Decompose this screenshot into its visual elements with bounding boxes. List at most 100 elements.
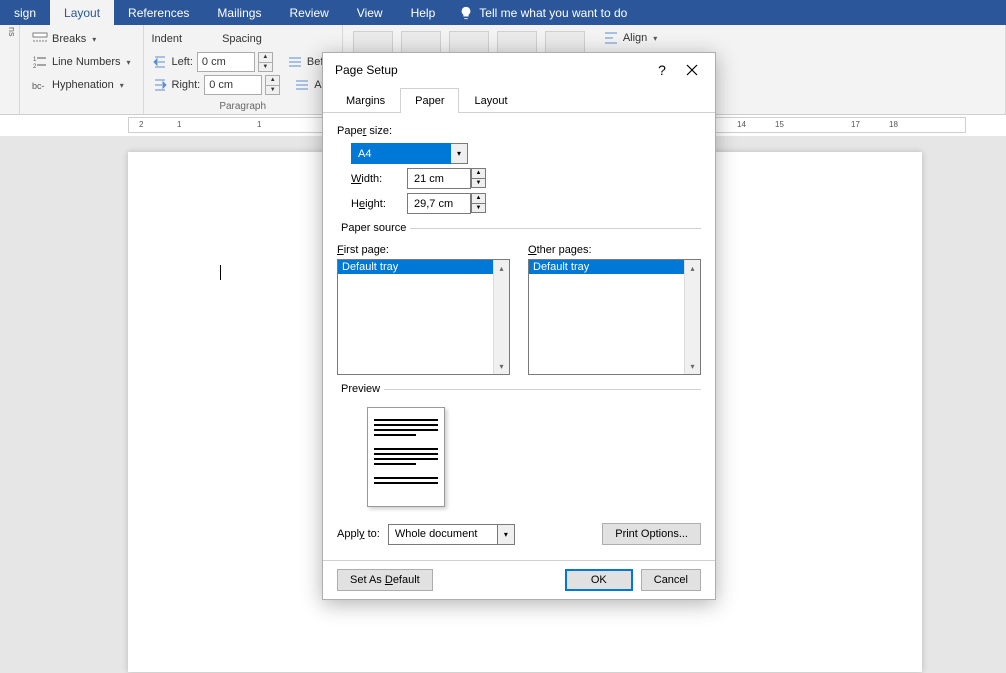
apply-to-dropdown-button[interactable]: ▾: [498, 524, 515, 545]
breaks-label: Breaks: [52, 33, 86, 45]
scroll-up-icon[interactable]: ▴: [494, 260, 509, 276]
ribbon-group-margins-collapsed[interactable]: ns: [0, 25, 20, 114]
spacing-before-icon: [287, 54, 303, 70]
hyphenation-icon: bc-: [32, 77, 48, 93]
ruler-mark: 14: [737, 120, 746, 129]
other-pages-item[interactable]: Default tray: [529, 260, 700, 274]
line-numbers-label: Line Numbers: [52, 56, 120, 68]
paper-size-dropdown-button[interactable]: ▾: [451, 143, 468, 164]
svg-text:2: 2: [33, 64, 37, 70]
dialog-close-button[interactable]: [677, 56, 707, 84]
align-button[interactable]: Align ▾: [599, 29, 661, 47]
page-setup-caption: [28, 99, 135, 112]
cancel-button[interactable]: Cancel: [641, 569, 701, 591]
width-input[interactable]: 21 cm ▲▼: [407, 168, 486, 189]
spacing-header: Spacing: [222, 33, 262, 45]
text-cursor: [220, 265, 221, 280]
tab-review[interactable]: Review: [275, 0, 342, 25]
indent-right-spinner[interactable]: ▲▼: [265, 75, 280, 95]
tell-me-search[interactable]: Tell me what you want to do: [449, 0, 637, 25]
scroll-up-icon[interactable]: ▴: [685, 260, 700, 276]
lightbulb-icon: [459, 6, 473, 20]
paper-size-value: A4: [351, 143, 451, 164]
dialog-tabs: Margins Paper Layout: [323, 87, 715, 113]
hyphenation-label: Hyphenation: [52, 79, 114, 91]
paper-size-combo[interactable]: A4 ▾: [351, 143, 468, 164]
ruler-mark: 17: [851, 120, 860, 129]
chevron-down-icon: ▾: [92, 35, 96, 44]
paper-source-label: Paper source: [337, 222, 410, 234]
apply-to-value: Whole document: [388, 524, 498, 545]
spacing-after-icon: [294, 77, 310, 93]
print-options-button[interactable]: Print Options...: [602, 523, 701, 545]
tab-margins[interactable]: Margins: [331, 88, 400, 113]
height-spinner[interactable]: ▲▼: [471, 193, 486, 214]
tab-view[interactable]: View: [343, 0, 397, 25]
first-page-label: First page:: [337, 244, 510, 256]
chevron-down-icon: ▾: [653, 34, 657, 43]
width-spinner[interactable]: ▲▼: [471, 168, 486, 189]
indent-left-spinner[interactable]: ▲▼: [258, 52, 273, 72]
indent-right-input[interactable]: 0 cm: [204, 75, 262, 95]
tab-references[interactable]: References: [114, 0, 203, 25]
other-pages-listbox[interactable]: Default tray ▴ ▾: [528, 259, 701, 375]
dialog-footer: Set As Default OK Cancel: [323, 560, 715, 599]
align-label: Align: [623, 32, 647, 44]
paper-source-fieldset: Paper source First page: Default tray ▴ …: [337, 222, 701, 375]
first-page-scrollbar[interactable]: ▴ ▾: [493, 260, 509, 374]
breaks-button[interactable]: Breaks ▾: [28, 30, 100, 48]
other-pages-scrollbar[interactable]: ▴ ▾: [684, 260, 700, 374]
indent-left-input[interactable]: 0 cm: [197, 52, 255, 72]
ruler-mark: 2: [139, 120, 143, 129]
close-icon: [686, 64, 698, 76]
set-as-default-button[interactable]: Set As Default: [337, 569, 433, 591]
svg-text:1: 1: [33, 57, 37, 63]
height-label: Height:: [351, 198, 399, 210]
paper-size-label: Paper size:: [337, 125, 701, 137]
preview-fieldset: Preview: [337, 383, 701, 513]
tell-me-text: Tell me what you want to do: [479, 6, 627, 20]
scroll-down-icon[interactable]: ▾: [494, 358, 509, 374]
ribbon-group-paragraph: Indent Spacing Left: 0 cm ▲▼ Befo Right:…: [144, 25, 343, 114]
width-label: Width:: [351, 173, 399, 185]
paragraph-caption: Paragraph: [152, 99, 334, 112]
dialog-title: Page Setup: [335, 63, 398, 77]
page-setup-dialog: Page Setup ? Margins Paper Layout Paper …: [322, 52, 716, 600]
indent-header: Indent: [152, 33, 183, 45]
ok-button[interactable]: OK: [565, 569, 633, 591]
preview-page-icon: [367, 407, 445, 507]
line-numbers-button[interactable]: 12 Line Numbers ▾: [28, 53, 135, 71]
tab-layout[interactable]: Layout: [50, 0, 114, 25]
ruler-mark: 15: [775, 120, 784, 129]
preview-label: Preview: [337, 383, 384, 395]
indent-right-icon: [152, 77, 168, 93]
ribbon-group-page-setup: Breaks ▾ 12 Line Numbers ▾ bc-: [20, 25, 144, 114]
tab-design[interactable]: sign: [0, 0, 50, 25]
height-value: 29,7 cm: [407, 193, 471, 214]
tab-help[interactable]: Help: [397, 0, 450, 25]
ribbon-tabs: sign Layout References Mailings Review V…: [0, 0, 1006, 25]
first-page-listbox[interactable]: Default tray ▴ ▾: [337, 259, 510, 375]
scroll-down-icon[interactable]: ▾: [685, 358, 700, 374]
first-page-item[interactable]: Default tray: [338, 260, 509, 274]
dialog-titlebar[interactable]: Page Setup ?: [323, 53, 715, 87]
right-label: Right:: [172, 79, 201, 91]
indent-left-icon: [152, 54, 168, 70]
tab-paper[interactable]: Paper: [400, 88, 459, 113]
apply-to-label: Apply to:: [337, 528, 380, 540]
breaks-icon: [32, 31, 48, 47]
height-input[interactable]: 29,7 cm ▲▼: [407, 193, 486, 214]
ruler-mark: 1: [257, 120, 261, 129]
tab-mailings[interactable]: Mailings: [203, 0, 275, 25]
dialog-body: Paper size: A4 ▾ Width: 21 cm ▲▼ Height:…: [323, 113, 715, 560]
dialog-help-button[interactable]: ?: [647, 56, 677, 84]
apply-to-combo[interactable]: Whole document ▾: [388, 524, 515, 545]
ruler-mark: 18: [889, 120, 898, 129]
width-value: 21 cm: [407, 168, 471, 189]
svg-text:bc-: bc-: [32, 81, 45, 91]
hyphenation-button[interactable]: bc- Hyphenation ▾: [28, 76, 128, 94]
other-pages-label: Other pages:: [528, 244, 701, 256]
left-label: Left:: [172, 56, 193, 68]
chevron-down-icon: ▾: [126, 58, 130, 67]
tab-layout-dlg[interactable]: Layout: [459, 88, 522, 113]
